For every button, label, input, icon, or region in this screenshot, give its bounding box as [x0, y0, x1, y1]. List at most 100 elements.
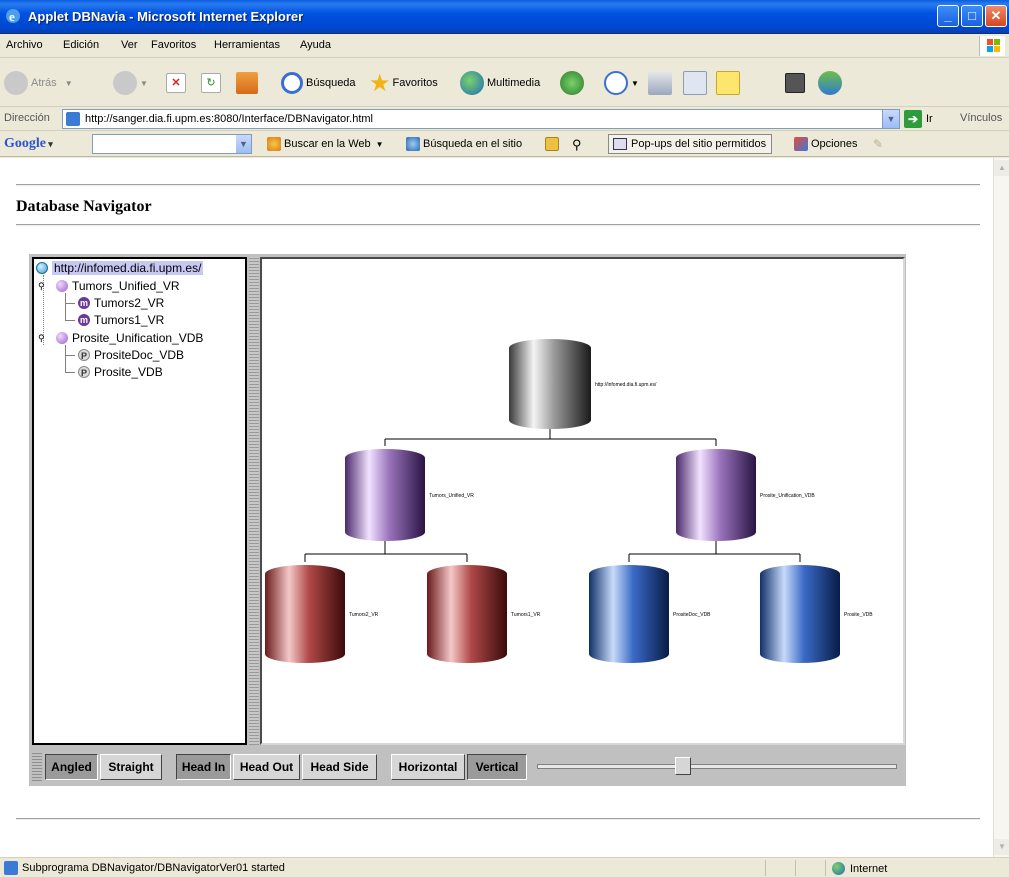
address-label: Dirección	[4, 112, 50, 124]
menu-favoritos[interactable]: Favoritos	[151, 39, 196, 51]
minimize-button[interactable]: _	[937, 5, 959, 27]
head-in-button[interactable]: Head In	[176, 754, 231, 780]
status-separator	[795, 860, 796, 876]
menu-ver[interactable]: Ver	[121, 39, 138, 51]
research-button[interactable]	[785, 69, 808, 97]
scroll-down-icon[interactable]: ▼	[994, 839, 1009, 855]
head-out-button[interactable]: Head Out	[233, 754, 300, 780]
horizontal-button[interactable]: Horizontal	[391, 754, 465, 780]
mail-dropdown-icon: ▼	[631, 78, 639, 88]
home-button[interactable]	[236, 69, 261, 97]
tree-item-prosite[interactable]: P Prosite_VDB	[78, 365, 163, 379]
google-search-dropdown-icon[interactable]: ▼	[236, 135, 251, 153]
tree-item-tumors2[interactable]: m Tumors2_VR	[78, 296, 164, 310]
server-icon	[36, 262, 48, 274]
back-button[interactable]: Atrás ▼	[4, 69, 73, 97]
google-logo[interactable]: Google ▾	[4, 136, 53, 152]
discuss-button[interactable]	[716, 69, 743, 97]
refresh-button[interactable]: ↻	[201, 69, 224, 97]
scroll-up-icon[interactable]: ▲	[994, 160, 1009, 176]
tree-item-label: Tumors_Unified_VR	[72, 279, 180, 293]
vertical-scrollbar[interactable]: ▲ ▼	[993, 158, 1009, 857]
maximize-button[interactable]: □	[961, 5, 983, 27]
tree-item-tumors-unified[interactable]: Tumors_Unified_VR	[56, 279, 180, 293]
forward-button[interactable]: ▼	[113, 69, 148, 97]
tree-item-prositedoc[interactable]: P PrositeDoc_VDB	[78, 348, 184, 362]
search-site-button[interactable]: Búsqueda en el sitio	[406, 137, 522, 151]
tree-item-prosite-unification[interactable]: Prosite_Unification_VDB	[56, 331, 203, 345]
popup-window-icon	[613, 138, 627, 150]
graph-node-prositedoc[interactable]: PrositeDoc_VDB	[589, 565, 711, 663]
split-pane-divider[interactable]	[249, 257, 259, 745]
head-side-button[interactable]: Head Side	[302, 754, 377, 780]
google-search-input[interactable]: ▼	[92, 134, 252, 154]
vertical-button[interactable]: Vertical	[467, 754, 527, 780]
graph-canvas[interactable]: http://infomed.dia.fi.upm.es/Tumors_Unif…	[260, 257, 905, 745]
options-button[interactable]: Opciones	[794, 137, 857, 151]
print-button[interactable]	[648, 69, 675, 97]
slider-thumb[interactable]	[675, 757, 691, 775]
star-icon: ★	[369, 69, 391, 97]
tree-root[interactable]: http://infomed.dia.fi.upm.es/	[36, 261, 204, 275]
links-button[interactable]: Vínculos	[960, 112, 1002, 124]
tree-item-tumors1[interactable]: m Tumors1_VR	[78, 313, 164, 327]
tree-item-label: Prosite_Unification_VDB	[72, 331, 204, 345]
graph-node-tumors-unified[interactable]: Tumors_Unified_VR	[345, 449, 474, 541]
history-button[interactable]	[560, 69, 587, 97]
popups-allowed-button[interactable]: Pop-ups del sitio permitidos	[608, 134, 773, 154]
highlight-button[interactable]: ⚲	[572, 137, 582, 153]
graph-node-root[interactable]: http://infomed.dia.fi.upm.es/	[509, 339, 657, 429]
back-label: Atrás	[31, 77, 57, 89]
tree-connector	[65, 372, 75, 373]
menu-archivo[interactable]: Archivo	[6, 39, 43, 51]
history-icon	[560, 71, 584, 95]
mail-button[interactable]: ▼	[604, 69, 639, 97]
zoom-slider[interactable]	[537, 757, 897, 777]
node-label: Tumors_Unified_VR	[429, 493, 474, 499]
graph-node-tumors2[interactable]: Tumors2_VR	[265, 565, 379, 663]
edit-button[interactable]	[683, 69, 710, 97]
popups-label: Pop-ups del sitio permitidos	[631, 138, 767, 150]
graph-node-tumors1[interactable]: Tumors1_VR	[427, 565, 541, 663]
address-dropdown-icon[interactable]: ▼	[882, 110, 899, 128]
home-icon	[236, 72, 258, 94]
edit-icon	[683, 71, 707, 95]
window-title: Applet DBNavia - Microsoft Internet Expl…	[28, 9, 304, 24]
go-arrow-icon: ➔	[904, 110, 922, 128]
angled-button[interactable]: Angled	[45, 754, 98, 780]
expand-handle-icon[interactable]: ⚲	[38, 281, 46, 291]
menu-ayuda[interactable]: Ayuda	[300, 39, 331, 51]
graph-node-prosite-unification[interactable]: Prosite_Unification_VDB	[676, 449, 815, 541]
search-button[interactable]: Búsqueda	[281, 69, 356, 97]
toolbar-grip[interactable]	[32, 753, 42, 781]
graph-node-prosite[interactable]: Prosite_VDB	[760, 565, 873, 663]
address-input[interactable]: http://sanger.dia.fi.upm.es:8080/Interfa…	[62, 109, 900, 129]
stop-button[interactable]: ✕	[166, 69, 189, 97]
messenger-button[interactable]	[818, 69, 845, 97]
multimedia-button[interactable]: Multimedia	[460, 69, 540, 97]
cylinder-body	[760, 574, 840, 663]
tree-item-label: Tumors1_VR	[94, 313, 165, 327]
tree-connector	[65, 355, 75, 356]
menu-herramientas[interactable]: Herramientas	[214, 39, 280, 51]
search-site-icon	[406, 137, 420, 151]
module-icon: m	[78, 297, 90, 309]
mail-icon	[604, 71, 628, 95]
straight-button[interactable]: Straight	[100, 754, 162, 780]
pagerank-button[interactable]	[545, 137, 562, 151]
search-web-button[interactable]: Buscar en la Web ▼	[267, 137, 384, 151]
node-label: PrositeDoc_VDB	[673, 612, 711, 618]
tree-connector	[65, 303, 75, 304]
tree-panel[interactable]: http://infomed.dia.fi.upm.es/ ⚲ Tumors_U…	[32, 257, 247, 745]
virtual-db-icon	[56, 332, 68, 344]
cylinder-body	[509, 348, 591, 429]
menu-edicion[interactable]: Edición	[63, 39, 99, 51]
close-button[interactable]: ✕	[985, 5, 1007, 27]
tree-item-label: Prosite_VDB	[94, 365, 163, 379]
expand-handle-icon[interactable]: ⚲	[38, 333, 46, 343]
favorites-button[interactable]: ★ Favoritos	[369, 69, 438, 97]
refresh-icon: ↻	[201, 73, 221, 93]
go-button[interactable]: ➔ Ir	[904, 110, 933, 128]
tree-connector	[65, 345, 66, 373]
node-label: Prosite_VDB	[844, 612, 873, 618]
